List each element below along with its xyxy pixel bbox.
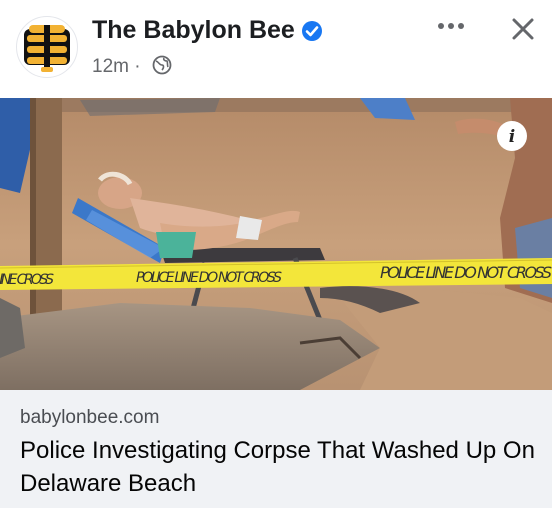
post-meta: 12m · bbox=[92, 56, 141, 78]
tape-text-2: POLICE LINE DO NOT CROSS bbox=[380, 263, 552, 282]
link-domain: babylonbee.com bbox=[20, 407, 160, 428]
info-icon[interactable]: i bbox=[497, 121, 527, 151]
svg-text:LINE CROSS: LINE CROSS bbox=[0, 272, 54, 288]
svg-text:i: i bbox=[509, 127, 515, 147]
post-image[interactable]: LINE CROSS POLICE LINE DO NOT CROSS POLI… bbox=[0, 98, 552, 390]
link-headline[interactable]: Police Investigating Corpse That Washed … bbox=[20, 434, 540, 500]
more-options-button[interactable] bbox=[434, 14, 468, 38]
globe-icon bbox=[152, 55, 172, 75]
post-header: The Babylon Bee 12m · bbox=[0, 0, 552, 98]
tape-text-1: POLICE LINE DO NOT CROSS bbox=[136, 270, 282, 286]
link-preview[interactable]: babylonbee.com Police Investigating Corp… bbox=[0, 390, 552, 508]
post-timestamp[interactable]: 12m bbox=[92, 56, 129, 77]
bee-logo-icon bbox=[24, 25, 70, 72]
page-name[interactable]: The Babylon Bee bbox=[92, 16, 295, 45]
verified-badge-icon bbox=[302, 21, 322, 41]
page-avatar[interactable] bbox=[16, 16, 78, 78]
meta-separator: · bbox=[134, 56, 141, 77]
close-button[interactable] bbox=[508, 14, 538, 44]
